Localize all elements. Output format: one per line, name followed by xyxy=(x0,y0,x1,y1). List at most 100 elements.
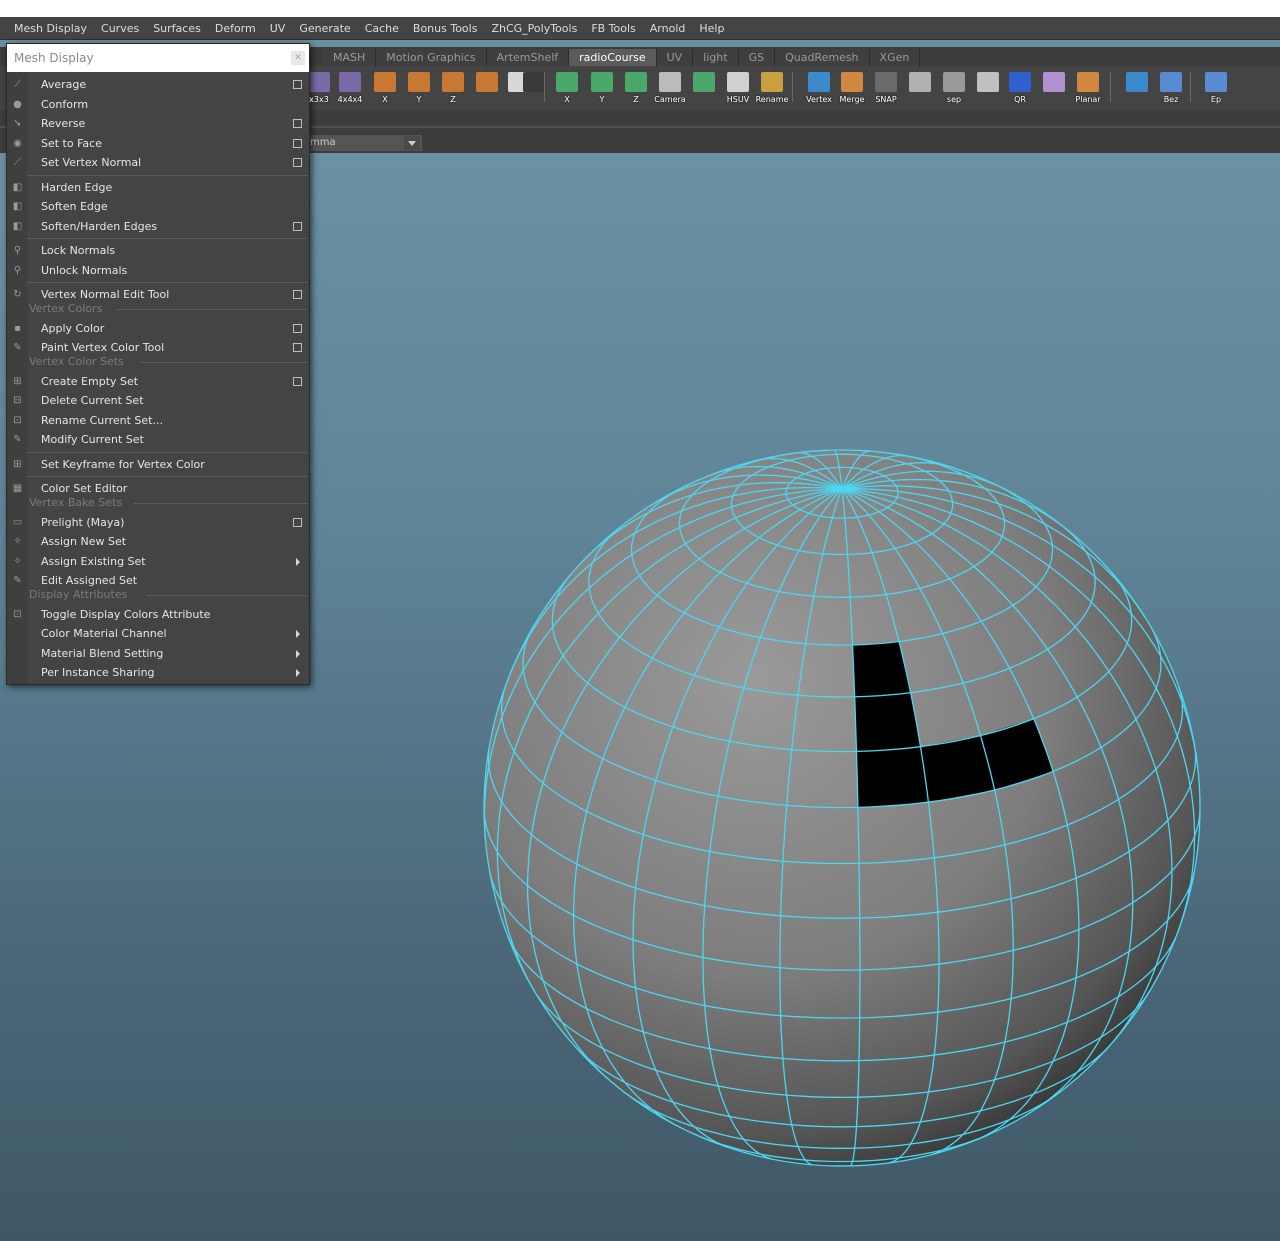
chevron-down-icon[interactable] xyxy=(404,136,420,150)
menu-item-set-vertex-normal[interactable]: ⟋ Set Vertex Normal xyxy=(7,153,309,172)
shelf-button-5[interactable] xyxy=(473,72,501,104)
option-box-icon[interactable] xyxy=(293,343,302,352)
menubar-curves[interactable]: Curves xyxy=(94,22,146,35)
shelf-button-label: Vertex xyxy=(806,95,832,104)
shelf-button-11[interactable]: Camera xyxy=(654,72,686,104)
menu-item-label: Delete Current Set xyxy=(41,394,144,407)
shelf-button-20[interactable] xyxy=(974,72,1002,104)
tab-gs[interactable]: GS xyxy=(738,49,776,66)
shelf-button-3[interactable]: Y xyxy=(405,72,433,104)
option-box-icon[interactable] xyxy=(293,138,302,148)
shelf-button-18[interactable] xyxy=(906,72,934,104)
option-box-icon[interactable] xyxy=(293,290,302,299)
shelf-button-17[interactable]: SNAP xyxy=(872,72,900,104)
menu-item-reverse[interactable]: ➘ Reverse xyxy=(7,114,309,133)
menubar-uv[interactable]: UV xyxy=(263,22,293,35)
menu-item-set-keyframe-for-vertex-color[interactable]: ⊞ Set Keyframe for Vertex Color xyxy=(7,455,309,474)
option-box-icon[interactable] xyxy=(293,376,302,386)
tab-light[interactable]: light xyxy=(693,49,739,66)
tab-quadremesh[interactable]: QuadRemesh xyxy=(775,49,870,66)
menu-item-average[interactable]: ⟋ Average xyxy=(7,75,309,94)
option-box-icon[interactable] xyxy=(293,80,302,89)
menu-item-color-material-channel[interactable]: Color Material Channel xyxy=(7,624,309,643)
option-box-icon[interactable] xyxy=(293,221,302,231)
shelf-button-4[interactable]: Z xyxy=(439,72,467,104)
unlock-normals-icon: ⚲ xyxy=(13,264,22,276)
option-box-icon[interactable] xyxy=(293,158,302,167)
menu-item-label: Soften Edge xyxy=(41,200,108,213)
menu-item-label: Conform xyxy=(41,97,89,111)
shelf-button-10[interactable]: Z xyxy=(622,72,650,104)
menu-title-bar[interactable]: Mesh Display ✕ xyxy=(7,44,309,72)
menu-item-per-instance-sharing[interactable]: Per Instance Sharing xyxy=(7,663,309,682)
tab-xgen[interactable]: XGen xyxy=(869,49,921,66)
menu-item-assign-new-set[interactable]: ✧ Assign New Set xyxy=(7,532,309,551)
menu-item-prelight-maya[interactable]: ▭ Prelight (Maya) xyxy=(7,513,309,532)
menu-item-soften-edge[interactable]: ◧ Soften Edge xyxy=(7,197,309,216)
tab-radiocourse[interactable]: radioCourse xyxy=(569,49,657,66)
menu-item-apply-color[interactable]: ▪ Apply Color xyxy=(7,319,309,338)
menu-item-assign-existing-set[interactable]: ✧ Assign Existing Set xyxy=(7,552,309,571)
close-icon[interactable]: ✕ xyxy=(291,51,305,65)
shelf-button-label: Y xyxy=(416,95,422,104)
shelf-button-icon xyxy=(556,72,578,92)
menubar-bonus-tools[interactable]: Bonus Tools xyxy=(406,22,485,35)
menu-item-label: Lock Normals xyxy=(41,244,116,257)
menubar-cache[interactable]: Cache xyxy=(358,22,406,35)
menubar-mesh-display[interactable]: Mesh Display xyxy=(0,22,94,35)
option-box-icon[interactable] xyxy=(293,323,302,333)
menubar-zhcg-polytools[interactable]: ZhCG_PolyTools xyxy=(484,22,584,35)
painted-face[interactable] xyxy=(856,746,929,808)
shelf-button-9[interactable]: Y xyxy=(588,72,616,104)
tab-artemshelf[interactable]: ArtemShelf xyxy=(486,49,570,66)
shelf-button-8[interactable]: X xyxy=(553,72,581,104)
shelf-button-12[interactable] xyxy=(690,72,718,104)
shelf-button-24[interactable] xyxy=(1123,72,1151,104)
menubar-arnold[interactable]: Arnold xyxy=(643,22,693,35)
shelf-button-1[interactable]: 4x4x4 xyxy=(336,72,364,104)
menubar-deform[interactable]: Deform xyxy=(208,22,263,35)
shelf-button-2[interactable]: X xyxy=(371,72,399,104)
menu-item-unlock-normals[interactable]: ⚲ Unlock Normals xyxy=(7,261,309,280)
shelf-button-13[interactable]: HSUV xyxy=(724,72,752,104)
shelf-button-25[interactable]: Bez xyxy=(1157,72,1185,104)
shelf-button-26[interactable]: Ep xyxy=(1202,72,1230,104)
shelf-button-16[interactable]: Merge xyxy=(838,72,866,104)
menubar-fb-tools[interactable]: FB Tools xyxy=(584,22,642,35)
menu-item-label: Assign New Set xyxy=(41,535,127,548)
menu-item-harden-edge[interactable]: ◧ Harden Edge xyxy=(7,178,309,197)
shelf-button-15[interactable]: Vertex xyxy=(805,72,833,104)
menu-item-soften-harden-edges[interactable]: ◧ Soften/Harden Edges xyxy=(7,217,309,236)
menu-item-create-empty-set[interactable]: ⊞ Create Empty Set xyxy=(7,372,309,391)
shelf-button-icon xyxy=(727,72,749,92)
menu-item-delete-current-set[interactable]: ⊟ Delete Current Set xyxy=(7,391,309,410)
menu-item-material-blend-setting[interactable]: Material Blend Setting xyxy=(7,644,309,663)
shelf-button-21[interactable]: QR xyxy=(1006,72,1034,104)
menubar-generate[interactable]: Generate xyxy=(292,22,357,35)
menu-item-conform[interactable]: ● Conform xyxy=(7,95,309,114)
option-box-icon[interactable] xyxy=(293,119,302,128)
shelf-button-14[interactable]: Rename xyxy=(756,72,788,104)
menu-item-label: Set Vertex Normal xyxy=(41,156,142,169)
shelf-button-19[interactable]: sep xyxy=(940,72,968,104)
painted-face[interactable] xyxy=(854,692,921,752)
tab-uv[interactable]: UV xyxy=(656,49,694,66)
shelf-button-22[interactable] xyxy=(1040,72,1068,104)
option-box-icon[interactable] xyxy=(293,517,302,527)
menu-item-label: Set to Face xyxy=(41,136,102,150)
menu-item-modify-current-set[interactable]: ✎ Modify Current Set xyxy=(7,430,309,449)
menubar-help[interactable]: Help xyxy=(692,22,731,35)
shelf-button-23[interactable]: Planar xyxy=(1074,72,1102,104)
menu-item-rename-current-set[interactable]: ⊡ Rename Current Set... xyxy=(7,411,309,430)
menu-item-lock-normals[interactable]: ⚲ Lock Normals xyxy=(7,241,309,260)
shelf-button-label: 4x4x4 xyxy=(337,95,363,104)
panel-combo-box[interactable]: mma xyxy=(300,135,422,151)
tab-mash[interactable]: MASH xyxy=(323,49,377,66)
menu-item-set-to-face[interactable]: ◉ Set to Face xyxy=(7,134,309,153)
menubar-surfaces[interactable]: Surfaces xyxy=(146,22,208,35)
main-menubar: Mesh Display Curves Surfaces Deform UV Genera… xyxy=(0,17,1280,40)
menu-item-toggle-display-colors-attribute[interactable]: ⊡ Toggle Display Colors Attribute xyxy=(7,605,309,624)
tab-motion-graphics[interactable]: Motion Graphics xyxy=(376,49,487,66)
mesh-display-menu: Mesh Display ✕ ⟋ Average ● Conform ➘ Reverse ◉… xyxy=(6,43,310,685)
lock-normals-icon: ⚲ xyxy=(13,245,22,256)
